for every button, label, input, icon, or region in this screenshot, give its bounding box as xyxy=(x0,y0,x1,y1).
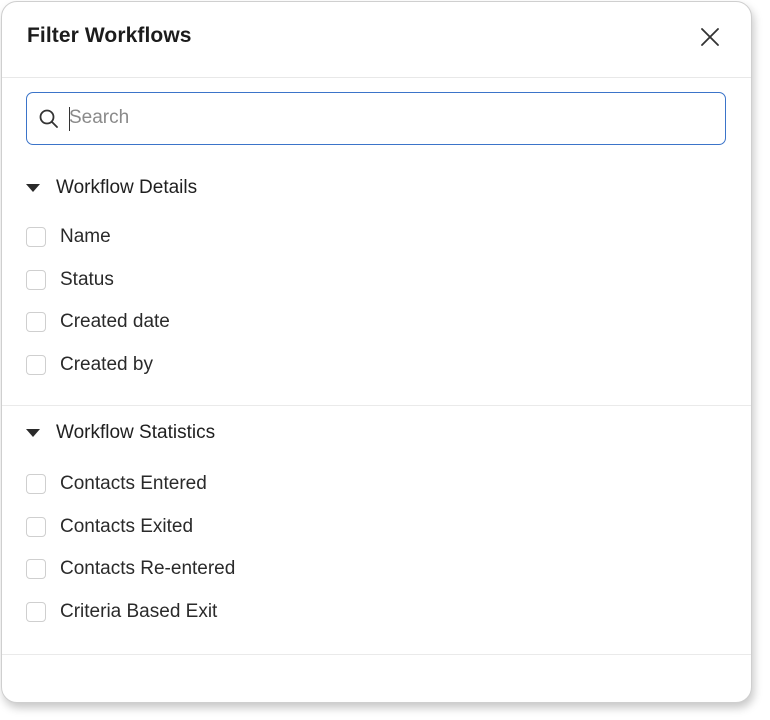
section-toggle-workflow-details[interactable]: Workflow Details xyxy=(26,176,197,200)
dialog-title: Filter Workflows xyxy=(27,24,192,47)
caret-down-icon xyxy=(26,184,40,192)
option-label: Name xyxy=(60,226,111,247)
checkbox[interactable] xyxy=(26,355,46,375)
option-label: Contacts Exited xyxy=(60,516,194,537)
caret-down-icon xyxy=(26,429,40,437)
checkbox[interactable] xyxy=(26,517,46,537)
option-label: Status xyxy=(60,269,114,290)
section-toggle-workflow-statistics[interactable]: Workflow Statistics xyxy=(26,421,215,445)
section-label: Workflow Statistics xyxy=(56,422,216,443)
option-label: Contacts Entered xyxy=(60,473,207,494)
option-label: Created date xyxy=(60,311,170,332)
option-label: Created by xyxy=(60,354,153,375)
text-cursor xyxy=(69,107,70,131)
option-contacts-entered[interactable]: Contacts Entered xyxy=(26,472,207,496)
option-created-date[interactable]: Created date xyxy=(26,310,170,334)
checkbox[interactable] xyxy=(26,602,46,622)
search-icon xyxy=(39,109,58,128)
search-input[interactable] xyxy=(69,101,709,135)
option-criteria-based-exit[interactable]: Criteria Based Exit xyxy=(26,600,217,624)
checkbox[interactable] xyxy=(26,270,46,290)
option-created-by[interactable]: Created by xyxy=(26,353,153,377)
checkbox[interactable] xyxy=(26,474,46,494)
option-name[interactable]: Name xyxy=(26,225,111,249)
option-label: Contacts Re-entered xyxy=(60,558,236,579)
section-workflow-statistics: Workflow Statistics Contacts Entered Con… xyxy=(2,407,751,655)
filter-workflows-dialog: Filter Workflows Workflow Details Name S… xyxy=(1,1,752,703)
checkbox[interactable] xyxy=(26,559,46,579)
close-icon xyxy=(701,28,719,46)
option-label: Criteria Based Exit xyxy=(60,601,218,622)
dialog-header: Filter Workflows xyxy=(2,2,751,78)
search-box[interactable] xyxy=(26,92,726,145)
option-status[interactable]: Status xyxy=(26,268,114,292)
close-button[interactable] xyxy=(696,23,724,51)
option-contacts-re-entered[interactable]: Contacts Re-entered xyxy=(26,557,235,581)
checkbox[interactable] xyxy=(26,312,46,332)
section-workflow-details: Workflow Details Name Status Created dat… xyxy=(2,162,751,406)
option-contacts-exited[interactable]: Contacts Exited xyxy=(26,515,193,539)
section-label: Workflow Details xyxy=(56,177,198,198)
checkbox[interactable] xyxy=(26,227,46,247)
